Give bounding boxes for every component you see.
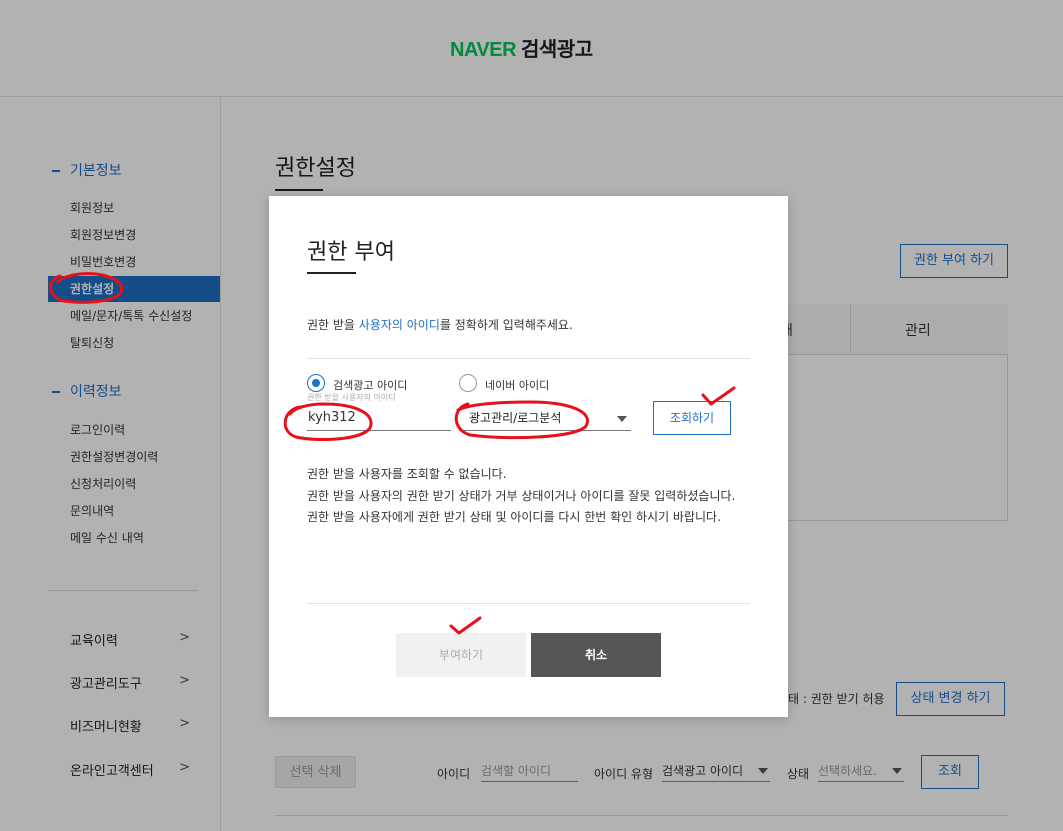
modal-title-underline xyxy=(307,272,356,274)
cancel-button[interactable]: 취소 xyxy=(531,633,661,677)
radio-label: 검색광고 아이디 xyxy=(333,379,408,392)
id-field-hint: 권한 받을 사용자의 아이디 xyxy=(307,393,396,402)
grant-button[interactable]: 부여하기 xyxy=(396,633,526,677)
lookup-error-message: 권한 받을 사용자를 조회할 수 없습니다. 권한 받을 사용자의 권한 받기 … xyxy=(307,464,750,529)
user-id-input[interactable]: kyh312 xyxy=(307,405,451,431)
modal-divider-top xyxy=(307,358,750,359)
radio-unchecked-icon xyxy=(459,374,477,392)
error-line: 권한 받을 사용자를 조회할 수 없습니다. xyxy=(307,467,507,481)
caret-down-icon xyxy=(617,416,627,422)
radio-label: 네이버 아이디 xyxy=(485,379,550,392)
desc-suffix: 를 정확하게 입력해주세요. xyxy=(439,318,573,332)
error-line: 권한 받을 사용자에게 권한 받기 상태 및 아이디를 다시 한번 확인 하시기… xyxy=(307,510,721,524)
lookup-button[interactable]: 조회하기 xyxy=(653,401,731,435)
modal-divider-bottom xyxy=(307,603,750,604)
permission-select[interactable]: 광고관리/로그분석 xyxy=(459,405,631,431)
desc-prefix: 권한 받을 xyxy=(307,318,359,332)
desc-highlight: 사용자의 아이디 xyxy=(358,318,440,332)
radio-checked-icon xyxy=(307,374,325,392)
grant-permission-modal: 권한 부여 권한 받을 사용자의 아이디를 정확하게 입력해주세요. 검색광고 … xyxy=(269,196,788,717)
modal-description: 권한 받을 사용자의 아이디를 정확하게 입력해주세요. xyxy=(307,316,573,333)
modal-title: 권한 부여 xyxy=(307,240,395,265)
permission-value: 광고관리/로그분석 xyxy=(469,411,562,425)
error-line: 권한 받을 사용자의 권한 받기 상태가 거부 상태이거나 아이디를 잘못 입력… xyxy=(307,488,736,503)
